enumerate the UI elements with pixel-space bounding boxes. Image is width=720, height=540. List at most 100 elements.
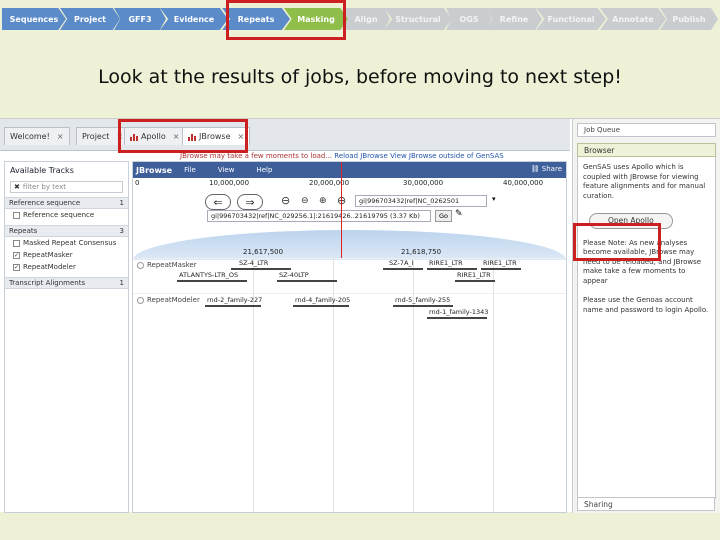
- group-label: Repeats: [9, 227, 38, 235]
- browser-panel-body: GenSAS uses Apollo which is coupled with…: [577, 157, 716, 499]
- filter-placeholder: filter by text: [22, 183, 67, 191]
- track-label[interactable]: RepeatModeler: [137, 296, 200, 304]
- feature[interactable]: [393, 305, 453, 307]
- step-publish[interactable]: Publish: [660, 8, 718, 30]
- feature-label: rnd-4_family-205: [295, 296, 351, 304]
- close-icon[interactable]: ×: [57, 132, 64, 141]
- menu-help[interactable]: Help: [256, 166, 272, 174]
- track-label: RepeatModeler: [23, 263, 76, 271]
- track-repeatmodeler: RepeatModeler rnd-2_family-227 rnd-4_fam…: [133, 293, 566, 327]
- step-project[interactable]: Project: [60, 8, 120, 30]
- feature[interactable]: [277, 280, 337, 282]
- highlight-repeats-step: [226, 0, 346, 40]
- track-menu-icon[interactable]: [137, 296, 144, 304]
- ruler-tick: 40,000,000: [503, 179, 544, 187]
- feature[interactable]: [177, 280, 247, 282]
- go-button[interactable]: Go: [435, 210, 453, 222]
- pan-right-button[interactable]: ⇒: [237, 194, 263, 210]
- group-label: Transcript Alignments: [9, 279, 86, 287]
- checkbox[interactable]: [13, 211, 20, 219]
- zoom-out-small-icon[interactable]: ⊖: [301, 196, 309, 206]
- group-reference[interactable]: Reference sequence 1: [5, 197, 128, 209]
- refseq-select[interactable]: gi|996703432|ref|NC_0262501: [355, 195, 487, 207]
- step-align[interactable]: Align: [342, 8, 390, 30]
- reload-link[interactable]: Reload JBrowse: [334, 152, 388, 160]
- checkbox-checked[interactable]: ✓: [13, 251, 20, 259]
- tab-label: Project: [82, 132, 110, 141]
- step-refine[interactable]: Refine: [486, 8, 542, 30]
- loading-message: JBrowse may take a few moments to load..…: [180, 152, 504, 160]
- zoom-out-icon[interactable]: ⊖: [281, 194, 290, 207]
- jbrowse-view: JBrowse File View Help ⛓ Share 0 10,000,…: [132, 161, 567, 513]
- track-item[interactable]: Reference sequence: [5, 209, 128, 221]
- step-evidence[interactable]: Evidence: [160, 8, 228, 30]
- coord-left: 21,617,500: [243, 248, 284, 256]
- track-label[interactable]: RepeatMasker: [137, 261, 197, 269]
- feature[interactable]: [231, 268, 291, 270]
- location-input[interactable]: gi|996703432|ref|NC_029256.1|:21619426..…: [207, 210, 431, 222]
- feature-label: SZ-40LTP: [279, 271, 309, 279]
- job-queue-header[interactable]: Job Queue: [577, 123, 716, 137]
- pan-left-button[interactable]: ⇐: [205, 194, 231, 210]
- tab-welcome[interactable]: Welcome! ×: [4, 127, 70, 145]
- app-name: JBrowse: [136, 165, 173, 175]
- track-name: RepeatMasker: [147, 261, 197, 269]
- position-marker: [341, 162, 342, 258]
- app-window: Welcome! × Project × Apollo × JBrowse × …: [0, 118, 720, 513]
- track-item[interactable]: ✓ RepeatMasker: [5, 249, 128, 261]
- feature[interactable]: [205, 305, 261, 307]
- outside-link[interactable]: View JBrowse outside of GenSAS: [390, 152, 504, 160]
- menu-file[interactable]: File: [184, 166, 196, 174]
- step-sequences[interactable]: Sequences: [2, 8, 66, 30]
- group-alignments[interactable]: Transcript Alignments 1: [5, 277, 128, 289]
- jbrowse-menubar: JBrowse File View Help ⛓ Share: [133, 162, 566, 178]
- step-annotate[interactable]: Annotate: [600, 8, 666, 30]
- chevron-down-icon[interactable]: ▾: [492, 195, 496, 203]
- overview-ruler: 0 10,000,000 20,000,000 30,000,000 40,00…: [133, 179, 566, 189]
- feature-label: RIRE1_LTR: [429, 259, 463, 267]
- menu-view[interactable]: View: [218, 166, 235, 174]
- track-item[interactable]: ✓ RepeatModeler: [5, 261, 128, 273]
- feature[interactable]: [427, 268, 477, 270]
- panel-title: Available Tracks: [10, 166, 74, 175]
- info-text: GenSAS uses Apollo which is coupled with…: [583, 163, 706, 200]
- ruler-tick: 30,000,000: [403, 179, 444, 187]
- headline: Look at the results of jobs, before movi…: [98, 66, 622, 88]
- ruler-tick: 10,000,000: [209, 179, 250, 187]
- group-count: 1: [119, 279, 124, 287]
- step-ogs[interactable]: OGS: [446, 8, 492, 30]
- step-gff3[interactable]: GFF3: [114, 8, 166, 30]
- group-count: 3: [119, 227, 124, 235]
- feature[interactable]: [427, 317, 487, 319]
- clear-icon[interactable]: ✖: [14, 183, 20, 191]
- login-text: Please use the Genoas account name and p…: [583, 296, 709, 314]
- checkbox-checked[interactable]: ✓: [13, 263, 20, 271]
- loading-text: JBrowse may take a few moments to load..…: [180, 152, 333, 160]
- track-item[interactable]: Masked Repeat Consensus: [5, 237, 128, 249]
- track-filter-input[interactable]: ✖ filter by text: [10, 181, 123, 193]
- checkbox[interactable]: [13, 239, 20, 247]
- zoom-region: [133, 230, 566, 260]
- step-functional[interactable]: Functional: [536, 8, 606, 30]
- feature[interactable]: [293, 305, 349, 307]
- share-button[interactable]: ⛓ Share: [531, 165, 562, 173]
- highlight-icon[interactable]: ✎: [455, 209, 463, 219]
- feature[interactable]: [481, 268, 521, 270]
- feature-label: rnd-1_family-1343: [429, 308, 489, 316]
- feature-label: SZ-4_LTR: [239, 259, 269, 267]
- coord-right: 21,618,750: [401, 248, 442, 256]
- group-label: Reference sequence: [9, 199, 81, 207]
- track-repeatmasker: RepeatMasker SZ-4_LTR SZ-7A_I RIRE1_LTR …: [133, 258, 566, 292]
- browser-header[interactable]: Browser: [577, 143, 716, 157]
- group-repeats[interactable]: Repeats 3: [5, 225, 128, 237]
- ruler-tick: 20,000,000: [309, 179, 350, 187]
- track-menu-icon[interactable]: [137, 261, 144, 269]
- slide: Sequences Project GFF3 Evidence Repeats …: [0, 0, 720, 540]
- group-count: 1: [119, 199, 124, 207]
- sharing-header[interactable]: Sharing: [577, 497, 715, 511]
- feature[interactable]: [455, 280, 495, 282]
- feature-label: RIRE1_LTR: [483, 259, 517, 267]
- step-structural[interactable]: Structural: [384, 8, 452, 30]
- zoom-in-small-icon[interactable]: ⊕: [319, 196, 327, 206]
- feature[interactable]: [383, 268, 423, 270]
